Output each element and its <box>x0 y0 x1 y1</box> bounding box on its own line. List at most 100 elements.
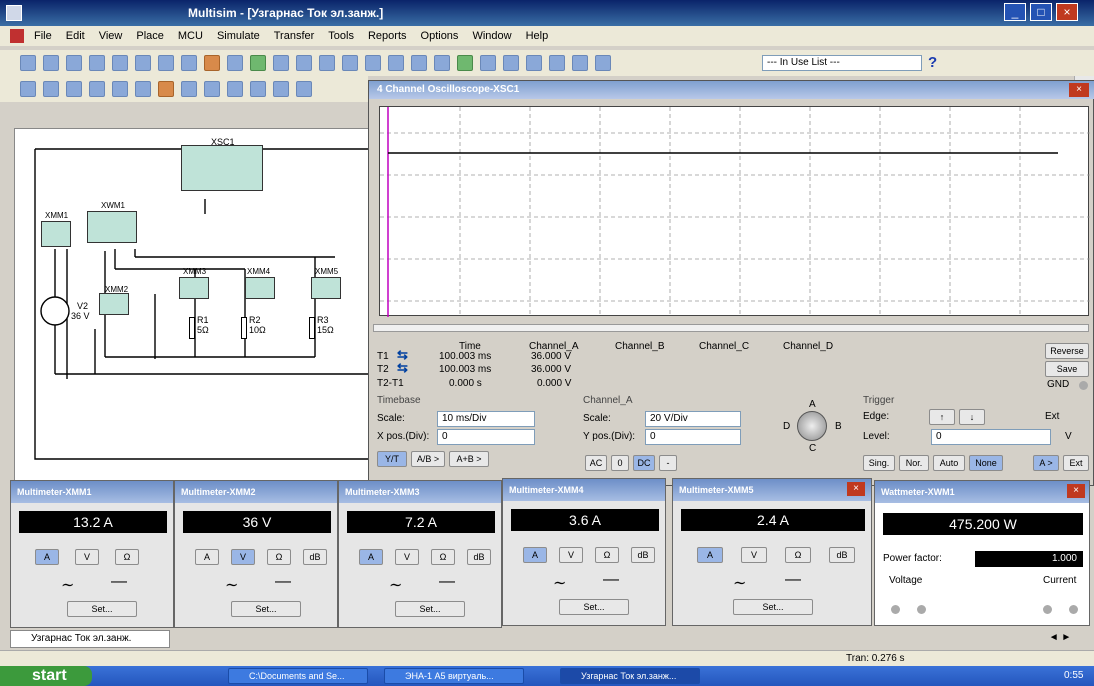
ab-button[interactable]: A/B > <box>411 451 445 467</box>
undo-icon[interactable] <box>204 55 220 71</box>
r3-resistor[interactable] <box>309 317 315 339</box>
cmos-component-icon[interactable] <box>158 81 174 97</box>
wattmeter-title[interactable]: Wattmeter-XWM1 <box>875 481 1089 503</box>
multimeter-xmm1[interactable]: Multimeter-XMM1 13.2 A A V Ω ∼ — Set... <box>10 480 174 628</box>
menu-options[interactable]: Options <box>421 30 459 42</box>
start-button[interactable]: start <box>0 666 92 686</box>
menu-simulate[interactable]: Simulate <box>217 30 260 42</box>
r1-resistor[interactable] <box>189 317 195 339</box>
oscilloscope-instrument[interactable] <box>181 145 263 191</box>
yt-button[interactable]: Y/T <box>377 451 407 467</box>
menu-place[interactable]: Place <box>136 30 164 42</box>
menu-file[interactable]: File <box>34 30 52 42</box>
current-minus-terminal-icon[interactable] <box>1069 605 1078 614</box>
ac-coupling-button[interactable]: AC <box>585 455 607 471</box>
set-button[interactable]: Set... <box>559 599 629 615</box>
maximize-button[interactable]: □ <box>1030 3 1052 21</box>
multimeter-title[interactable]: Multimeter-XMM3 <box>339 481 501 503</box>
dc-mode-icon[interactable]: — <box>439 573 455 591</box>
xmm4-instrument[interactable] <box>245 277 275 299</box>
sing-button[interactable]: Sing. <box>863 455 895 471</box>
nor-button[interactable]: Nor. <box>899 455 929 471</box>
source-component-icon[interactable] <box>20 81 36 97</box>
virtual-icon[interactable] <box>595 55 611 71</box>
ohmmeter-button[interactable]: Ω <box>595 547 619 563</box>
diode-component-icon[interactable] <box>66 81 82 97</box>
zoom-out-icon[interactable] <box>296 55 312 71</box>
voltmeter-button[interactable]: V <box>75 549 99 565</box>
multimeter-xmm5[interactable]: Multimeter-XMM5 × 2.4 A A V Ω dB ∼ — Set… <box>672 478 872 626</box>
database-icon[interactable] <box>434 55 450 71</box>
place-probe-icon[interactable] <box>572 55 588 71</box>
postprocessor-icon[interactable] <box>388 55 404 71</box>
design-tab[interactable]: Узгарнас Ток эл.занж. <box>10 630 170 648</box>
multimeter-title[interactable]: Multimeter-XMM5 <box>673 479 871 501</box>
zoom-in-icon[interactable] <box>273 55 289 71</box>
menu-mcu[interactable]: MCU <box>178 30 203 42</box>
t2-arrows-icon[interactable]: ⇆ <box>397 360 408 376</box>
falling-edge-button[interactable]: ↓ <box>959 409 985 425</box>
rising-edge-button[interactable]: ↑ <box>929 409 955 425</box>
zero-coupling-button[interactable]: 0 <box>611 455 629 471</box>
xmm1-instrument[interactable] <box>41 221 71 247</box>
print-preview-icon[interactable] <box>112 55 128 71</box>
dc-mode-icon[interactable]: — <box>785 571 801 589</box>
menu-tools[interactable]: Tools <box>328 30 354 42</box>
channel-scale-field[interactable]: 20 V/Div <box>645 411 741 427</box>
component-wizard-icon[interactable] <box>457 55 473 71</box>
power-component-icon[interactable] <box>250 81 266 97</box>
in-use-list-select[interactable]: --- In Use List --- <box>762 55 922 71</box>
indicator-component-icon[interactable] <box>227 81 243 97</box>
tab-scroll-arrows[interactable]: ◄ ► <box>1040 632 1080 646</box>
paste-icon[interactable] <box>181 55 197 71</box>
misc-component-icon[interactable] <box>273 81 289 97</box>
save-button[interactable]: Save <box>1045 361 1089 377</box>
timebase-scale-field[interactable]: 10 ms/Div <box>437 411 535 427</box>
menu-window[interactable]: Window <box>472 30 511 42</box>
zoom-area-icon[interactable] <box>250 55 266 71</box>
xmm3-instrument[interactable] <box>179 277 209 299</box>
basic-component-icon[interactable] <box>43 81 59 97</box>
ac-mode-icon[interactable]: ∼ <box>389 575 402 595</box>
reverse-button[interactable]: Reverse <box>1045 343 1089 359</box>
current-plus-terminal-icon[interactable] <box>1043 605 1052 614</box>
db-button[interactable]: dB <box>631 547 655 563</box>
voltmeter-button[interactable]: V <box>559 547 583 563</box>
menu-help[interactable]: Help <box>526 30 549 42</box>
xpos-field[interactable]: 0 <box>437 429 535 445</box>
multimeter-xmm4[interactable]: Multimeter-XMM4 3.6 A A V Ω dB ∼ — Set..… <box>502 478 666 626</box>
search-icon[interactable] <box>342 55 358 71</box>
multimeter-title[interactable]: Multimeter-XMM1 <box>11 481 173 503</box>
auto-button[interactable]: Auto <box>933 455 965 471</box>
copy-icon[interactable] <box>158 55 174 71</box>
dc-mode-icon[interactable]: — <box>603 571 619 589</box>
ammeter-button[interactable]: A <box>359 549 383 565</box>
minimize-button[interactable]: _ <box>1004 3 1026 21</box>
menu-view[interactable]: View <box>99 30 123 42</box>
voltmeter-button[interactable]: V <box>741 547 767 563</box>
misc-digital-icon[interactable] <box>181 81 197 97</box>
new-file-icon[interactable] <box>20 55 36 71</box>
oscilloscope-title[interactable]: 4 Channel Oscilloscope-XSC1 <box>369 81 1094 99</box>
level-field[interactable]: 0 <box>931 429 1051 445</box>
ammeter-button[interactable]: A <box>697 547 723 563</box>
ohmmeter-button[interactable]: Ω <box>115 549 139 565</box>
dc-mode-icon[interactable]: — <box>275 573 291 591</box>
mixed-component-icon[interactable] <box>204 81 220 97</box>
ohmmeter-button[interactable]: Ω <box>785 547 811 563</box>
ext-trigger-button[interactable]: Ext <box>1063 455 1089 471</box>
voltage-plus-terminal-icon[interactable] <box>891 605 900 614</box>
print-icon[interactable] <box>89 55 105 71</box>
redo-icon[interactable] <box>227 55 243 71</box>
transistor-component-icon[interactable] <box>89 81 105 97</box>
set-button[interactable]: Set... <box>395 601 465 617</box>
ac-mode-icon[interactable]: ∼ <box>61 575 74 595</box>
breadboard-icon[interactable] <box>503 55 519 71</box>
ammeter-button[interactable]: A <box>35 549 59 565</box>
schematic-canvas[interactable]: XSC1 XMM1 XWM1 XMM3 XMM4 XMM5 XMM2 V2 36… <box>14 128 386 488</box>
ttl-component-icon[interactable] <box>135 81 151 97</box>
channel-selector-knob[interactable] <box>797 411 827 441</box>
rf-component-icon[interactable] <box>296 81 312 97</box>
voltmeter-button[interactable]: V <box>395 549 419 565</box>
multimeter-xmm3[interactable]: Multimeter-XMM3 7.2 A A V Ω dB ∼ — Set..… <box>338 480 502 628</box>
